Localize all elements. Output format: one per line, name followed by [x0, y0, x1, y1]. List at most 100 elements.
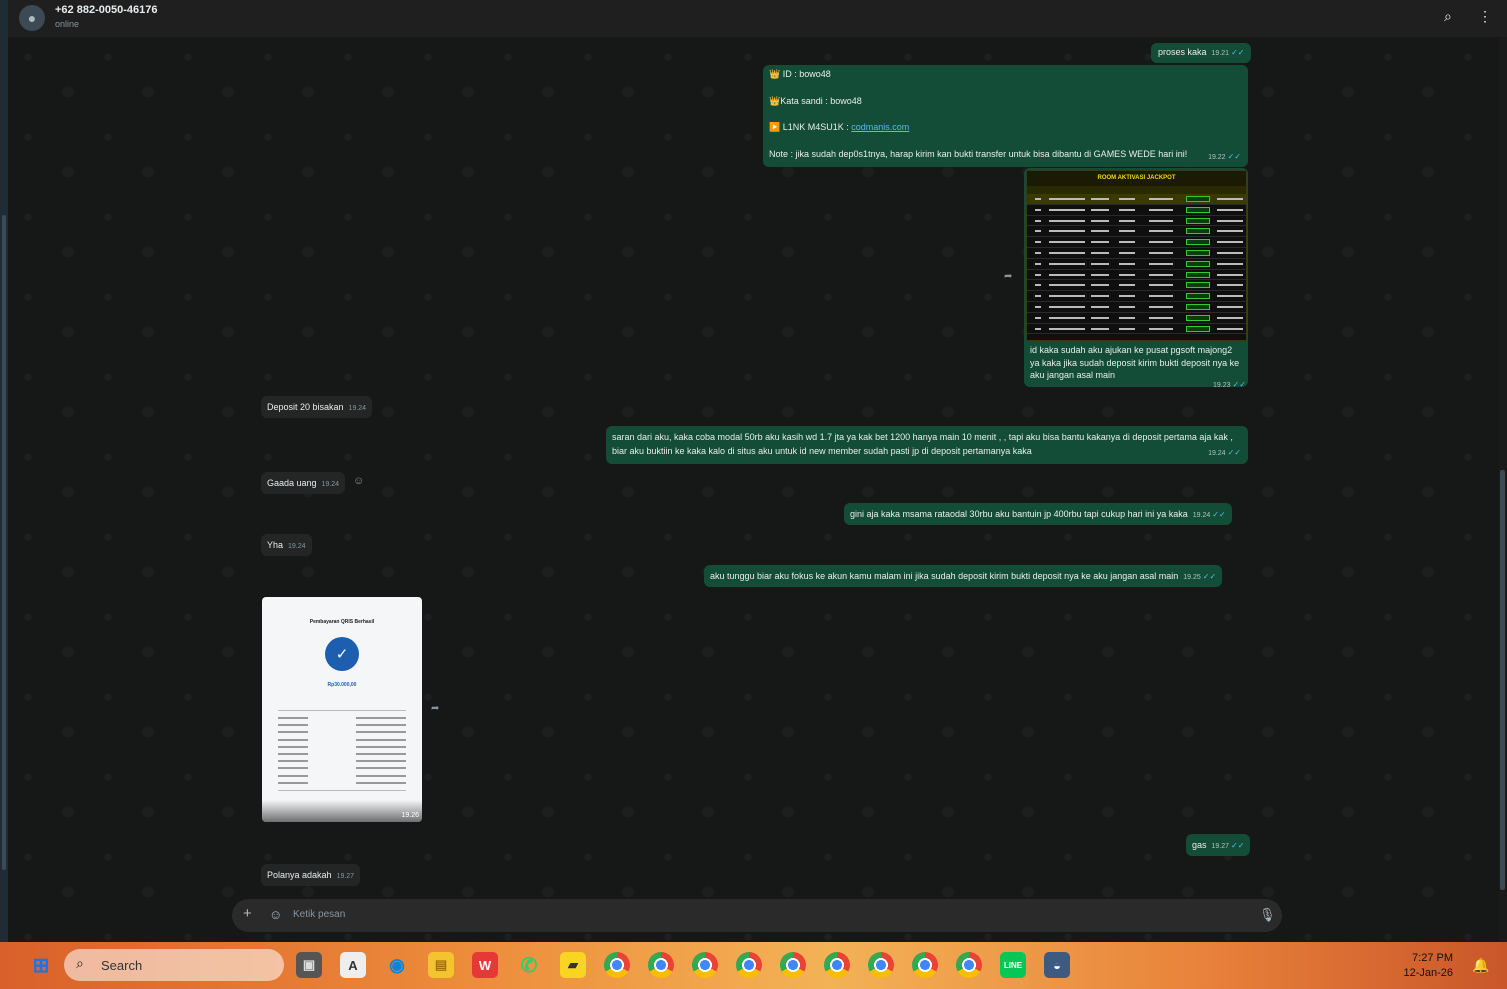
message-time: 19.21: [1211, 50, 1230, 57]
line-icon[interactable]: LINE: [1000, 952, 1026, 978]
chat-scrollbar-thumb[interactable]: [1500, 470, 1505, 890]
image-table-cell: [1149, 284, 1173, 287]
image-table-cell: [1217, 219, 1243, 222]
image-status-badge: [1186, 293, 1210, 300]
chrome-icon[interactable]: [736, 952, 762, 978]
receipt-line: [278, 731, 308, 734]
receipt-line: [356, 745, 406, 748]
message-line: Note : jika sudah dep0s1tnya, harap kiri…: [769, 148, 1188, 159]
receipt-line: [356, 781, 406, 784]
message-incoming[interactable]: Gaada uang 19.24: [261, 472, 346, 494]
message-incoming[interactable]: Yha 19.24: [261, 534, 312, 556]
message-time: 19.27: [1211, 843, 1230, 850]
image-table-cell: [1217, 208, 1243, 211]
image-table-cell: [1035, 208, 1041, 211]
whatsapp-window: ● +62 882-0050-46176 online ⌕ ⋮ proses k…: [0, 0, 1507, 942]
image-table-cell: [1119, 230, 1135, 233]
emoji-react-icon[interactable]: ☺: [353, 475, 364, 487]
chrome-icon[interactable]: [648, 952, 674, 978]
plus-icon[interactable]: +: [243, 905, 252, 922]
image-shade: [262, 800, 422, 822]
sticky-notes-icon[interactable]: ▰: [560, 952, 586, 978]
message-text: gini aja kaka msama rataodal 30rbu aku b…: [850, 509, 1188, 519]
search-label: Search: [101, 958, 143, 973]
image-table-cell: [1035, 251, 1041, 254]
image-table-row: [1027, 237, 1246, 248]
image-table-cell: [1049, 327, 1085, 330]
chrome-icon[interactable]: [604, 952, 630, 978]
image-table-cell: [1049, 241, 1085, 244]
chrome-icon[interactable]: [912, 952, 938, 978]
forward-icon[interactable]: ➦: [1004, 271, 1012, 282]
jackpot-screenshot-image[interactable]: ROOM AKTIVASI JACKPOT: [1026, 170, 1247, 341]
menu-icon[interactable]: ⋮: [1478, 8, 1492, 25]
chrome-icon[interactable]: [868, 952, 894, 978]
message-outgoing[interactable]: gas 19.27 ✓✓: [1186, 834, 1251, 856]
image-status-badge: [1186, 239, 1210, 246]
image-table-cell: [1217, 241, 1243, 244]
message-input[interactable]: Ketik pesan: [293, 909, 345, 920]
message-outgoing[interactable]: aku tunggu biar aku fokus ke akun kamu m…: [704, 565, 1223, 587]
wps-office-icon[interactable]: W: [472, 952, 498, 978]
message-outgoing-credentials[interactable]: 👑 ID : bowo48 👑Kata sandi : bowo48 ▶️ L1…: [763, 65, 1248, 167]
image-table-cell: [1091, 241, 1109, 244]
edge-icon[interactable]: ◉: [384, 952, 410, 978]
windows-start-icon[interactable]: ⊞: [28, 952, 54, 978]
message-outgoing[interactable]: saran dari aku, kaka coba modal 50rb aku…: [606, 426, 1248, 464]
image-table-cell: [1091, 327, 1109, 330]
chrome-icon[interactable]: [956, 952, 982, 978]
image-table-cell: [1149, 305, 1173, 308]
image-table-cell: [1119, 295, 1135, 298]
file-explorer-icon[interactable]: ▤: [428, 952, 454, 978]
contact-status: online: [55, 19, 80, 29]
system-clock[interactable]: 7:27 PM 12-Jan-26: [1403, 951, 1453, 981]
avatar[interactable]: ●: [19, 5, 45, 31]
image-table-cell: [1091, 219, 1109, 222]
receipt-line: [356, 753, 406, 755]
sticker-icon[interactable]: ☺: [269, 907, 282, 922]
image-table-cell: [1217, 316, 1243, 319]
message-outgoing[interactable]: gini aja kaka msama rataodal 30rbu aku b…: [844, 503, 1232, 525]
chat-area: [8, 37, 1499, 942]
message-link[interactable]: codmanis.com: [851, 122, 909, 132]
chat-header: ● +62 882-0050-46176 online ⌕ ⋮: [8, 0, 1507, 37]
image-table-cell: [1049, 295, 1085, 298]
left-scrollbar[interactable]: [2, 215, 6, 870]
message-incoming[interactable]: Polanya adakah 19.27: [261, 864, 361, 886]
receipt-line: [356, 774, 406, 777]
image-table-row: [1027, 248, 1246, 259]
receipt-line: [278, 767, 308, 770]
message-text: aku tunggu biar aku fokus ke akun kamu m…: [710, 571, 1179, 581]
task-view-icon[interactable]: ▣: [296, 952, 322, 978]
message-incoming[interactable]: Deposit 20 bisakan 19.24: [261, 396, 373, 418]
whatsapp-icon[interactable]: ✆: [516, 952, 542, 978]
message-time: 19.24: [1192, 512, 1211, 519]
receipt-line: [278, 738, 308, 741]
chrome-icon[interactable]: [780, 952, 806, 978]
font-app-icon[interactable]: A: [340, 952, 366, 978]
image-status-badge: [1186, 303, 1210, 310]
image-table-cell: [1149, 251, 1173, 254]
image-table-cell: [1119, 305, 1135, 308]
read-receipt-icon: ✓✓: [1212, 510, 1226, 519]
image-table-row: [1027, 259, 1246, 270]
clock-time: 7:27 PM: [1412, 952, 1453, 964]
image-table-cell: [1119, 284, 1135, 287]
notification-icon[interactable]: 🔔: [1468, 952, 1494, 978]
image-table-cell: [1049, 219, 1085, 222]
image-status-badge: [1186, 282, 1210, 289]
image-table-cell: [1049, 284, 1085, 287]
microphone-icon[interactable]: 🎙: [1259, 907, 1276, 923]
image-table-cell: [1035, 262, 1041, 265]
chrome-icon[interactable]: [824, 952, 850, 978]
image-table-cell: [1049, 316, 1085, 319]
taskbar-search[interactable]: ⌕ Search: [64, 949, 284, 981]
contact-name[interactable]: +62 882-0050-46176: [55, 4, 157, 16]
search-icon[interactable]: ⌕: [1444, 8, 1452, 25]
message-outgoing[interactable]: proses kaka 19.21 ✓✓: [1151, 43, 1252, 63]
receipt-line: [278, 717, 308, 719]
forward-icon[interactable]: ➦: [431, 703, 439, 714]
payment-receipt-image[interactable]: Pembayaran QRIS Berhasil ✓ Rp30.000,00 1…: [262, 597, 422, 822]
app-icon[interactable]: ◒: [1044, 952, 1070, 978]
chrome-icon[interactable]: [692, 952, 718, 978]
